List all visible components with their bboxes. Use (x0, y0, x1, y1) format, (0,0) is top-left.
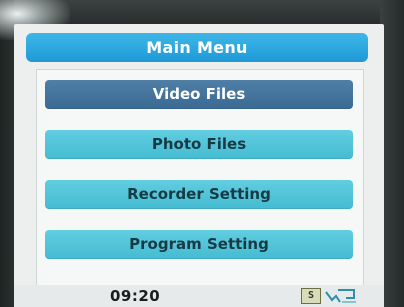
menu-item-photo-files[interactable]: Photo Files (45, 130, 353, 159)
menu-panel: Video Files Photo Files Recorder Setting… (36, 69, 364, 286)
device-bezel-left (0, 0, 14, 307)
status-bar: 09:20 S (14, 285, 384, 307)
main-menu-title: Main Menu (26, 33, 368, 62)
device-screen: Main Menu Video Files Photo Files Record… (14, 24, 384, 307)
menu-item-video-files[interactable]: Video Files (45, 80, 353, 109)
menu-item-program-setting[interactable]: Program Setting (45, 230, 353, 259)
menu-item-recorder-setting[interactable]: Recorder Setting (45, 180, 353, 209)
mode-s-icon: S (301, 288, 321, 304)
recorder-icon (325, 289, 356, 303)
clock-time: 09:20 (110, 287, 161, 305)
